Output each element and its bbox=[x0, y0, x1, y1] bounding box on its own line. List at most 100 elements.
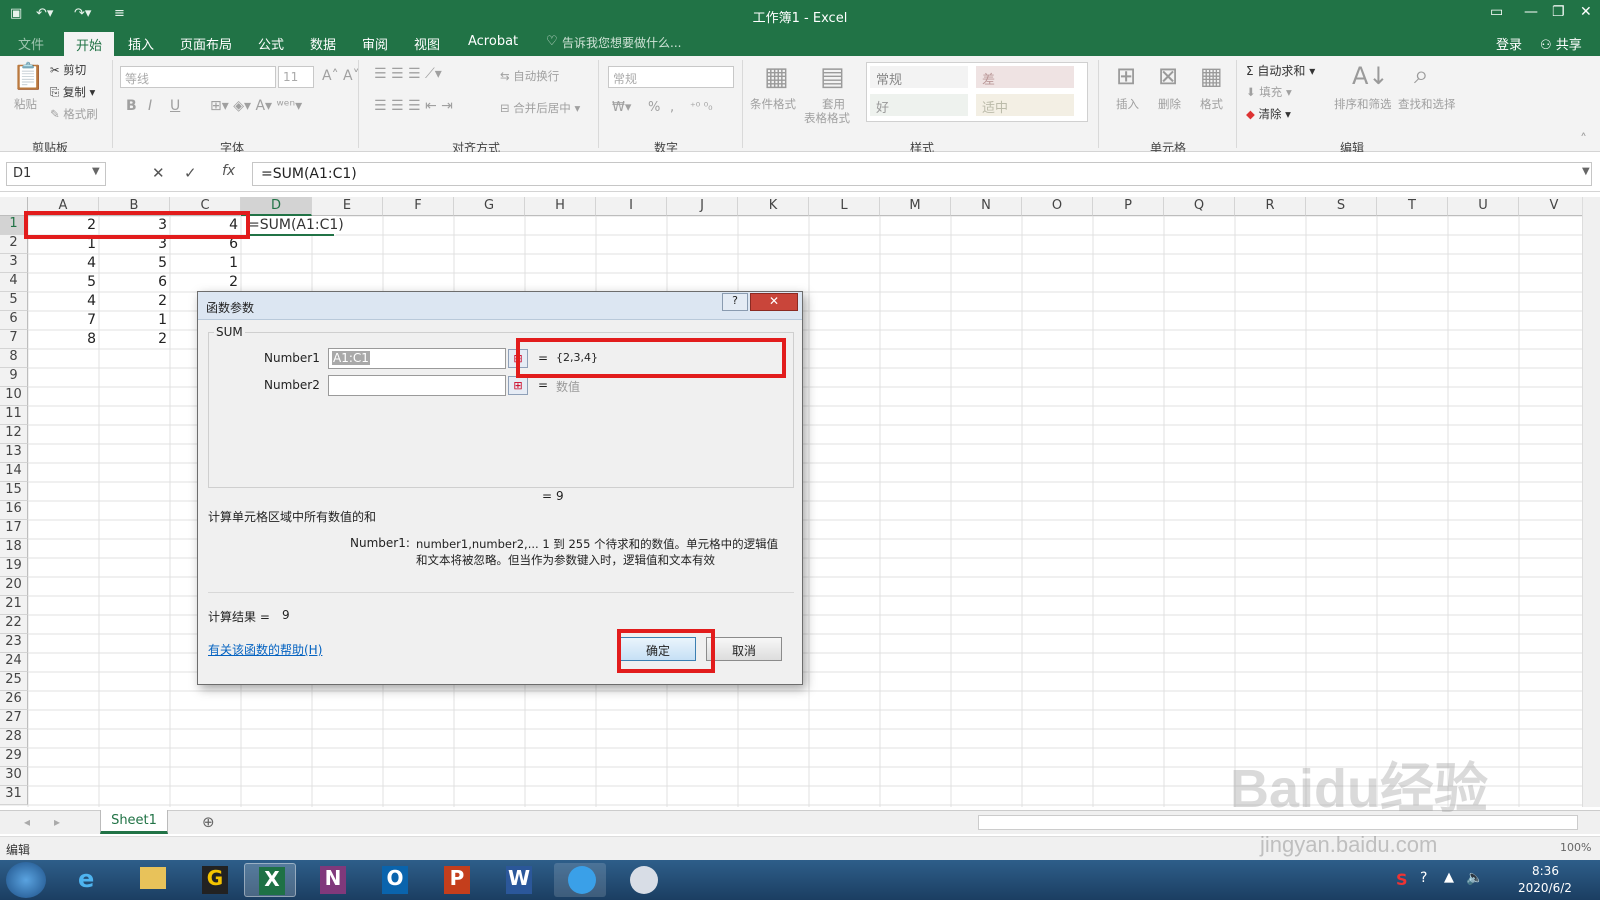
tab-review[interactable]: 审阅 bbox=[362, 34, 388, 53]
tab-home[interactable]: 开始 bbox=[64, 32, 115, 56]
explorer-icon[interactable] bbox=[126, 863, 178, 897]
decimal-icon[interactable]: ⁺⁰ ⁰₀ bbox=[690, 100, 713, 113]
wrap-text-button[interactable]: ⇆ 自动换行 bbox=[500, 68, 559, 84]
column-header[interactable]: J bbox=[667, 197, 738, 216]
grow-font-icon[interactable]: A˄ A˅ bbox=[322, 68, 360, 84]
network-tray-icon[interactable]: ▲ bbox=[1444, 870, 1454, 885]
prev-sheet-icon[interactable]: ◂ bbox=[24, 815, 30, 829]
row-header[interactable]: 19 bbox=[0, 558, 28, 577]
row-header[interactable]: 18 bbox=[0, 539, 28, 558]
number-format-select[interactable]: 常规 bbox=[608, 66, 734, 88]
table-cell[interactable]: 4 bbox=[28, 292, 99, 311]
column-header[interactable]: N bbox=[951, 197, 1022, 216]
table-cell[interactable]: 2 bbox=[99, 330, 170, 349]
help-tray-icon[interactable]: ? bbox=[1420, 870, 1427, 886]
row-header[interactable]: 17 bbox=[0, 520, 28, 539]
font-size-select[interactable]: 11 bbox=[278, 66, 314, 88]
insert-function-icon[interactable]: fx bbox=[222, 163, 235, 179]
row-header[interactable]: 20 bbox=[0, 577, 28, 596]
autosum-button[interactable]: Σ 自动求和 ▾ bbox=[1246, 62, 1315, 79]
row-header[interactable]: 23 bbox=[0, 634, 28, 653]
row-header[interactable]: 15 bbox=[0, 482, 28, 501]
column-header[interactable]: E bbox=[312, 197, 383, 216]
row-header[interactable]: 8 bbox=[0, 349, 28, 368]
sogou-tray-icon[interactable]: S bbox=[1396, 870, 1408, 889]
table-cell[interactable]: 5 bbox=[99, 254, 170, 273]
row-header[interactable]: 30 bbox=[0, 767, 28, 786]
row-header[interactable]: 13 bbox=[0, 444, 28, 463]
column-header[interactable]: H bbox=[525, 197, 596, 216]
row-header[interactable]: 27 bbox=[0, 710, 28, 729]
cancel-entry-icon[interactable]: ✕ bbox=[152, 164, 165, 182]
tell-me-icon[interactable]: ♡ bbox=[546, 34, 558, 49]
style-good[interactable]: 好 bbox=[870, 94, 968, 116]
word-icon[interactable]: W bbox=[492, 863, 544, 897]
table-cell[interactable]: 6 bbox=[99, 273, 170, 292]
column-header[interactable]: U bbox=[1448, 197, 1519, 216]
sheet-tab-sheet1[interactable]: Sheet1 bbox=[100, 810, 168, 834]
align-left-icon[interactable]: ☰ ☰ ☰ ⇤ ⇥ bbox=[374, 98, 453, 114]
onenote-icon[interactable]: N bbox=[306, 863, 358, 897]
table-cell[interactable]: 8 bbox=[28, 330, 99, 349]
function-help-link[interactable]: 有关该函数的帮助(H) bbox=[208, 641, 322, 658]
column-header[interactable]: R bbox=[1235, 197, 1306, 216]
name-box-dropdown-icon[interactable]: ▼ bbox=[92, 166, 100, 177]
excel-taskbar-icon[interactable]: X bbox=[244, 863, 296, 897]
column-header[interactable]: K bbox=[738, 197, 809, 216]
row-header[interactable]: 10 bbox=[0, 387, 28, 406]
clear-button[interactable]: ◆ 清除 ▾ bbox=[1246, 106, 1291, 122]
next-sheet-icon[interactable]: ▸ bbox=[54, 815, 60, 829]
row-header[interactable]: 16 bbox=[0, 501, 28, 520]
copy-button[interactable]: ⎘ 复制 ▾ bbox=[50, 84, 95, 100]
start-button[interactable] bbox=[6, 862, 46, 898]
cut-button[interactable]: ✂ 剪切 bbox=[50, 62, 86, 78]
row-header[interactable]: 3 bbox=[0, 254, 28, 273]
italic-button[interactable]: I bbox=[148, 98, 152, 114]
arg2-input[interactable] bbox=[328, 375, 506, 396]
share-button[interactable]: ⚇ 共享 bbox=[1540, 34, 1582, 53]
column-header[interactable]: P bbox=[1093, 197, 1164, 216]
column-header[interactable]: T bbox=[1377, 197, 1448, 216]
column-header[interactable]: M bbox=[880, 197, 951, 216]
column-header[interactable]: D bbox=[241, 197, 312, 216]
table-cell[interactable]: 2 bbox=[170, 273, 241, 292]
column-header[interactable]: G bbox=[454, 197, 525, 216]
font-name-select[interactable]: 等线 bbox=[120, 66, 276, 88]
row-header[interactable]: 9 bbox=[0, 368, 28, 387]
table-cell[interactable]: 1 bbox=[170, 254, 241, 273]
format-cells-button[interactable]: 格式 bbox=[1200, 96, 1223, 112]
tell-me-input[interactable]: 告诉我您想要做什么... bbox=[562, 34, 681, 51]
maximize-icon[interactable]: ❐ bbox=[1552, 4, 1565, 20]
row-header[interactable]: 24 bbox=[0, 653, 28, 672]
enter-icon[interactable]: ✓ bbox=[184, 164, 197, 182]
row-header[interactable]: 11 bbox=[0, 406, 28, 425]
style-bad[interactable]: 差 bbox=[976, 66, 1074, 88]
ie-icon[interactable]: e bbox=[64, 863, 116, 897]
paint-icon[interactable] bbox=[616, 863, 668, 897]
conditional-format-icon[interactable]: ▦ bbox=[764, 62, 789, 92]
tab-formulas[interactable]: 公式 bbox=[258, 34, 284, 53]
find-select-button[interactable]: 查找和选择 bbox=[1398, 96, 1456, 112]
login-link[interactable]: 登录 bbox=[1496, 34, 1522, 53]
vertical-scrollbar[interactable] bbox=[1582, 197, 1600, 807]
row-header[interactable]: 6 bbox=[0, 311, 28, 330]
expand-formula-icon[interactable]: ▼ bbox=[1582, 166, 1590, 177]
clock-time[interactable]: 8:36 bbox=[1532, 864, 1559, 878]
column-header[interactable]: L bbox=[809, 197, 880, 216]
delete-cells-icon[interactable]: ⊠ bbox=[1158, 62, 1178, 90]
style-neutral[interactable]: 适中 bbox=[976, 94, 1074, 116]
tab-file[interactable]: 文件 bbox=[18, 34, 44, 53]
accounting-icon[interactable]: ₩▾ bbox=[612, 100, 631, 115]
dialog-title-bar[interactable]: 函数参数 ? ✕ bbox=[198, 292, 802, 320]
add-sheet-icon[interactable]: ⊕ bbox=[202, 813, 215, 831]
paste-button[interactable]: 粘贴 bbox=[14, 96, 37, 112]
name-box[interactable]: D1 bbox=[6, 162, 106, 186]
row-header[interactable]: 7 bbox=[0, 330, 28, 349]
comma-button[interactable]: , bbox=[670, 100, 674, 115]
format-painter-button[interactable]: ✎ 格式刷 bbox=[50, 106, 98, 122]
help-icon[interactable]: ? bbox=[722, 293, 748, 311]
merge-center-button[interactable]: ⊟ 合并后居中 ▾ bbox=[500, 100, 580, 116]
tab-page-layout[interactable]: 页面布局 bbox=[180, 34, 232, 53]
conditional-format-button[interactable]: 条件格式 bbox=[750, 96, 796, 112]
arg1-input[interactable]: A1:C1 bbox=[328, 348, 506, 369]
